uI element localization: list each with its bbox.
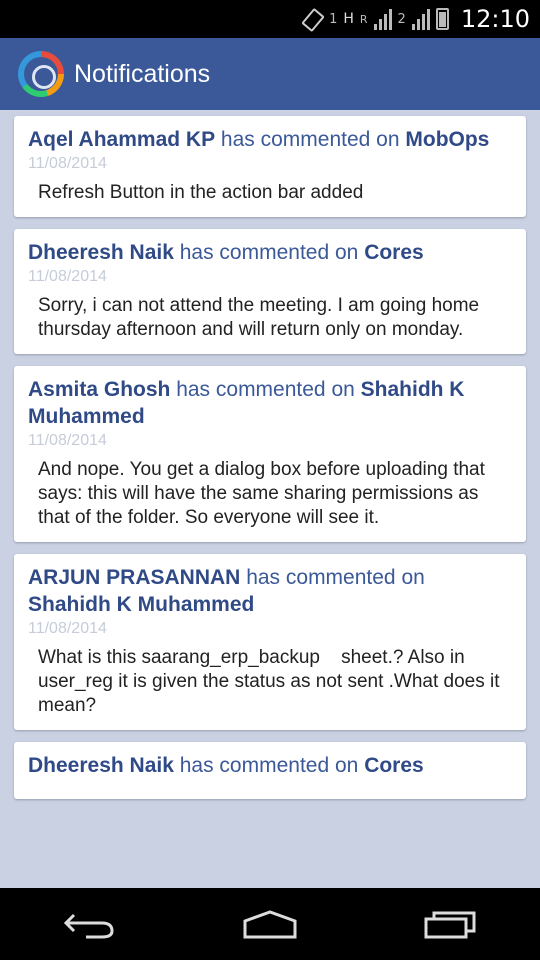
target-name[interactable]: Shahidh K Muhammed <box>28 593 254 616</box>
target-name[interactable]: MobOps <box>405 128 489 151</box>
recent-apps-button[interactable] <box>405 899 495 949</box>
notification-card[interactable]: Dheeresh Naik has commented on Cores 11/… <box>14 229 526 354</box>
notification-message: Sorry, i can not attend the meeting. I a… <box>38 295 485 340</box>
author-name[interactable]: Asmita Ghosh <box>28 378 170 401</box>
author-name[interactable]: Dheeresh Naik <box>28 754 174 777</box>
signal-icon <box>411 8 430 30</box>
notification-headline: Dheeresh Naik has commented on Cores <box>28 239 512 266</box>
notification-headline: Dheeresh Naik has commented on Cores <box>28 752 512 779</box>
notification-headline: Aqel Ahammad KP has commented on MobOps <box>28 126 512 153</box>
screen-rotation-icon <box>301 9 323 29</box>
home-button[interactable] <box>225 899 315 949</box>
target-name[interactable]: Cores <box>364 754 424 777</box>
roaming-label: R <box>359 12 368 26</box>
notification-message: Refresh Button in the action bar added <box>38 182 364 203</box>
back-button[interactable] <box>45 899 135 949</box>
notification-date: 11/08/2014 <box>28 268 107 285</box>
battery-icon <box>435 8 449 30</box>
recent-apps-icon <box>424 911 476 939</box>
action-text: has commented on <box>215 128 406 151</box>
notification-date: 11/08/2014 <box>28 620 107 637</box>
target-name[interactable]: Cores <box>364 241 424 264</box>
notification-card[interactable]: Aqel Ahammad KP has commented on MobOps … <box>14 116 526 217</box>
status-bar: 1 H R 2 12:10 <box>0 0 540 38</box>
notification-card[interactable]: Dheeresh Naik has commented on Cores <box>14 742 526 799</box>
author-name[interactable]: ARJUN PRASANNAN <box>28 566 240 589</box>
signal-icon <box>373 8 392 30</box>
notification-headline: ARJUN PRASANNAN has commented on Shahidh… <box>28 564 512 618</box>
sim1-label: 1 <box>329 11 338 27</box>
notification-message: And nope. You get a dialog box before up… <box>38 459 491 528</box>
notification-list[interactable]: Aqel Ahammad KP has commented on MobOps … <box>0 110 540 888</box>
notification-card[interactable]: ARJUN PRASANNAN has commented on Shahidh… <box>14 554 526 730</box>
action-text: has commented on <box>170 378 361 401</box>
notification-date: 11/08/2014 <box>28 432 107 449</box>
back-icon <box>63 913 114 939</box>
network-type-label: H <box>343 11 354 27</box>
home-icon <box>243 910 297 939</box>
action-text: has commented on <box>240 566 425 589</box>
app-bar: Notifications <box>0 38 540 110</box>
action-text: has commented on <box>173 754 365 777</box>
notification-message: What is this saarang_erp_backup sheet.? … <box>38 647 505 716</box>
notification-headline: Asmita Ghosh has commented on Shahidh K … <box>28 376 512 430</box>
clock: 12:10 <box>460 5 530 33</box>
notification-card[interactable]: Asmita Ghosh has commented on Shahidh K … <box>14 366 526 542</box>
page-title: Notifications <box>74 59 211 88</box>
app-logo-icon[interactable] <box>18 51 64 97</box>
author-name[interactable]: Aqel Ahammad KP <box>28 128 215 151</box>
notification-date: 11/08/2014 <box>28 155 107 172</box>
sim2-label: 2 <box>397 11 406 27</box>
navigation-bar <box>0 888 540 960</box>
author-name[interactable]: Dheeresh Naik <box>28 241 174 264</box>
action-text: has commented on <box>173 241 365 264</box>
